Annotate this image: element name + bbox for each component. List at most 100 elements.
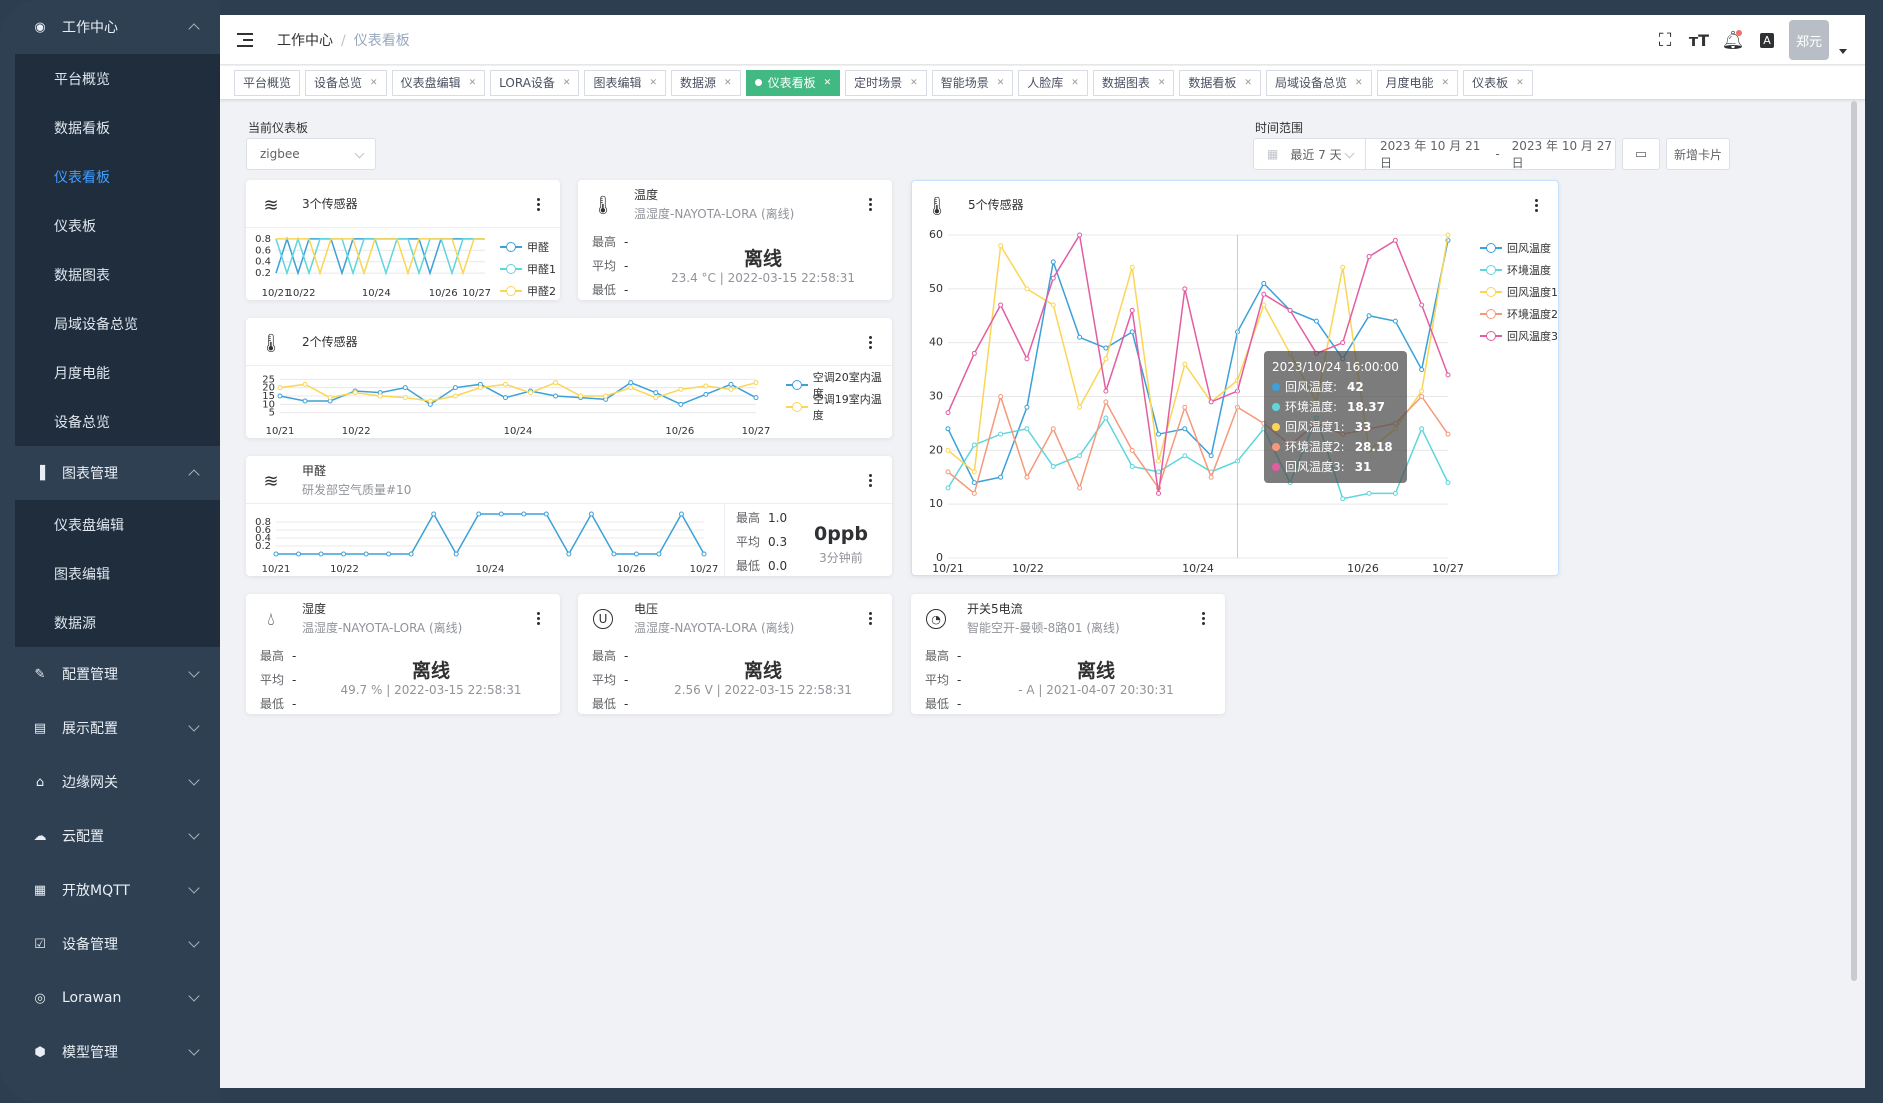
close-icon[interactable]: ✕	[724, 78, 732, 88]
add-card-button[interactable]: 新增卡片	[1666, 138, 1730, 170]
chevron-down-icon	[188, 720, 200, 732]
tab-8[interactable]: 智能场景 ✕	[931, 69, 1014, 96]
breadcrumb-root[interactable]: 工作中心	[277, 33, 333, 49]
tab-1[interactable]: 设备总览 ✕	[305, 69, 387, 96]
data-point	[998, 474, 1004, 480]
sidebar-group-mqtt[interactable]: ▦ 开放MQTT	[0, 863, 220, 917]
data-point	[1419, 426, 1425, 432]
more-menu-icon[interactable]	[537, 612, 540, 625]
chevron-down-icon	[188, 774, 200, 786]
close-icon[interactable]: ✕	[370, 78, 378, 88]
sidebar-group-label: 配置管理	[62, 667, 118, 683]
x-tick-label: 10/22	[287, 288, 316, 299]
legend-item[interactable]: 环境温度	[1480, 259, 1558, 281]
bell-icon[interactable]: 🔔︎	[1721, 28, 1745, 52]
sidebar-group-models[interactable]: ⬢ 模型管理	[0, 1025, 220, 1079]
tab-9[interactable]: 人脸库 ✕	[1018, 69, 1088, 96]
translate-icon[interactable]: A	[1755, 28, 1779, 52]
legend-item[interactable]: 回风温度	[1480, 237, 1558, 259]
data-point	[703, 391, 709, 397]
tab-13[interactable]: 月度电能 ✕	[1376, 69, 1459, 96]
date-range-picker[interactable]: 2023 年 10 月 21 日 - 2023 年 10 月 27 日	[1365, 138, 1616, 170]
sidebar-group-edge-gateway[interactable]: ⌂ 边缘网关	[0, 755, 220, 809]
range-preset-select[interactable]: ▦ 最近 7 天	[1253, 138, 1366, 170]
tab-14[interactable]: 仪表板 ✕	[1463, 69, 1533, 96]
tab-2[interactable]: 仪表盘编辑 ✕	[391, 69, 486, 96]
tab-6[interactable]: 仪表看板 ✕	[745, 69, 841, 96]
sidebar-group-devices[interactable]: ☑ 设备管理	[0, 917, 220, 971]
tab-7[interactable]: 定时场景 ✕	[845, 69, 927, 96]
data-point	[528, 390, 534, 396]
legend-item[interactable]: 甲醛1	[500, 258, 556, 280]
sidebar-item-data-source[interactable]: 数据源	[15, 598, 220, 647]
stat-avg: 平均 -	[260, 673, 297, 687]
sidebar-group-display[interactable]: ▤ 展示配置	[0, 701, 220, 755]
sidebar-group-label: 展示配置	[62, 721, 118, 737]
tab-label: 仪表看板	[767, 76, 816, 90]
sidebar-group-lorawan[interactable]: ◎ Lorawan	[0, 971, 220, 1025]
avatar[interactable]: 郑元	[1789, 20, 1829, 60]
fullscreen-icon[interactable]: ⛶	[1653, 28, 1677, 52]
time-range-label: 时间范围	[1255, 121, 1304, 135]
caret-down-icon[interactable]	[1839, 48, 1847, 54]
legend-item[interactable]: 空调19室内温度	[786, 393, 892, 422]
tab-4[interactable]: 图表编辑 ✕	[584, 69, 667, 96]
close-icon[interactable]: ✕	[469, 78, 477, 88]
sidebar-item-data-charts[interactable]: 数据图表	[15, 250, 220, 299]
tab-5[interactable]: 数据源 ✕	[671, 69, 741, 96]
more-menu-icon[interactable]	[869, 336, 872, 349]
sidebar-item-dashboard-edit[interactable]: 仪表盘编辑	[15, 500, 220, 549]
sidebar-item-dashboard[interactable]: 仪表板	[15, 201, 220, 250]
more-menu-icon[interactable]	[869, 612, 872, 625]
card-subtitle: 温湿度-NAYOTA-LORA (离线)	[634, 621, 795, 635]
sidebar-group-config[interactable]: ✎ 配置管理	[0, 647, 220, 701]
sidebar-group-work-center[interactable]: ◉ 工作中心	[0, 0, 220, 54]
screen-button[interactable]: ▭	[1622, 138, 1660, 170]
sidebar-item-chart-edit[interactable]: 图表编辑	[15, 549, 220, 598]
legend-item[interactable]: 甲醛2	[500, 280, 556, 300]
card-voltage: U 电压 温湿度-NAYOTA-LORA (离线) 最高 - 平均 - 最低 - 离线…	[578, 594, 892, 714]
menu-fold-icon[interactable]	[237, 32, 253, 47]
scrollbar[interactable]	[1851, 101, 1857, 981]
legend-item[interactable]: 甲醛	[500, 236, 556, 258]
sidebar-group-chart-mgmt[interactable]: ▐ 图表管理	[0, 446, 220, 500]
close-icon[interactable]: ✕	[824, 78, 832, 88]
sidebar-group-cloud[interactable]: ☁ 云配置	[0, 809, 220, 863]
legend-item[interactable]: 环境温度2	[1480, 303, 1558, 325]
data-point	[628, 385, 634, 391]
close-icon[interactable]: ✕	[1244, 78, 1252, 88]
sidebar-item-monthly-energy[interactable]: 月度电能	[15, 348, 220, 397]
dashboard-select[interactable]: zigbee	[246, 138, 376, 170]
tab-3[interactable]: LORA设备 ✕	[490, 69, 580, 96]
close-icon[interactable]: ✕	[910, 78, 918, 88]
stat-min: 最低 -	[592, 697, 629, 711]
sidebar-item-device-overview[interactable]: 设备总览	[15, 397, 220, 446]
more-menu-icon[interactable]	[537, 198, 540, 211]
sidebar-item-gauge-board[interactable]: 仪表看板	[15, 152, 220, 201]
more-menu-icon[interactable]	[869, 198, 872, 211]
close-icon[interactable]: ✕	[1516, 78, 1524, 88]
legend-item[interactable]: 回风温度3	[1480, 325, 1558, 347]
close-icon[interactable]: ✕	[563, 78, 571, 88]
more-menu-icon[interactable]	[1202, 612, 1205, 625]
more-menu-icon[interactable]	[1535, 199, 1538, 212]
close-icon[interactable]: ✕	[1158, 78, 1166, 88]
sidebar-item-platform-overview[interactable]: 平台概览	[15, 54, 220, 103]
close-icon[interactable]: ✕	[1442, 78, 1450, 88]
sidebar-item-lan-devices[interactable]: 局域设备总览	[15, 299, 220, 348]
tab-0[interactable]: 平台概览	[234, 69, 301, 96]
tooltip-row: 环境温度2: 28.18	[1272, 437, 1399, 457]
close-icon[interactable]: ✕	[1355, 78, 1363, 88]
close-icon[interactable]: ✕	[997, 78, 1005, 88]
tab-12[interactable]: 局域设备总览 ✕	[1265, 69, 1372, 96]
chevron-down-icon	[188, 990, 200, 1002]
tab-11[interactable]: 数据看板 ✕	[1179, 69, 1261, 96]
tab-10[interactable]: 数据图表 ✕	[1092, 69, 1175, 96]
sidebar-item-data-board[interactable]: 数据看板	[15, 103, 220, 152]
font-size-icon[interactable]: тT	[1687, 28, 1711, 52]
legend-item[interactable]: 回风温度1	[1480, 281, 1558, 303]
close-icon[interactable]: ✕	[649, 78, 657, 88]
more-menu-icon[interactable]	[869, 474, 872, 487]
close-icon[interactable]: ✕	[1071, 78, 1079, 88]
data-point	[1419, 394, 1425, 399]
